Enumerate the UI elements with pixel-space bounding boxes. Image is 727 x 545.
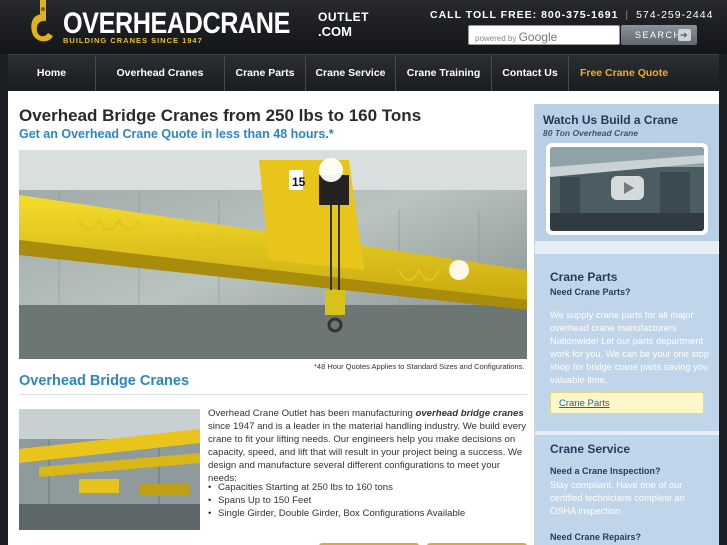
- video-thumbnail: [550, 147, 704, 231]
- alt-phone-number: 574-259-2444: [636, 9, 714, 21]
- search-placeholder: powered by Google: [475, 30, 557, 44]
- list-item: Capacities Starting at 250 lbs to 160 to…: [208, 482, 528, 495]
- logo-com: .COM: [318, 24, 352, 39]
- main-nav: Home Overhead Cranes Crane Parts Crane S…: [8, 54, 719, 91]
- crane-service-panel: Crane Service Need a Crane Inspection? S…: [535, 435, 719, 545]
- crane-repairs-question: Need Crane Repairs?: [550, 532, 642, 542]
- phone-separator: |: [625, 9, 630, 21]
- nav-item-contact-us[interactable]: Contact Us: [492, 55, 569, 91]
- crane-parts-question: Need Crane Parts?: [550, 287, 631, 297]
- list-item: Spans Up to 150 Feet: [208, 495, 528, 508]
- nav-item-free-crane-quote[interactable]: Free Crane Quote: [569, 55, 679, 91]
- logo-tagline: BUILDING CRANES SINCE 1947: [63, 36, 203, 45]
- hero-image: 15: [19, 150, 527, 359]
- main-content: Overhead Bridge Cranes from 250 lbs to 1…: [8, 91, 719, 545]
- site-logo[interactable]: OVERHEADCRANE OUTLET .COM BUILDING CRANE…: [26, 0, 369, 50]
- nav-item-overhead-cranes[interactable]: Overhead Cranes: [96, 55, 225, 91]
- sidebar: Watch Us Build a Crane 80 Ton Overhead C…: [534, 104, 719, 545]
- list-item: Single Girder, Double Girder, Box Config…: [208, 508, 528, 521]
- video-subtitle: 80 Ton Overhead Crane: [543, 128, 639, 138]
- quote-link[interactable]: Get an Overhead Crane Quote in less than…: [19, 127, 334, 141]
- intro-paragraph: Overhead Crane Outlet has been manufactu…: [208, 407, 528, 486]
- google-logo: Google: [518, 30, 558, 44]
- intro-text-b: since 1947 and is a leader in the materi…: [208, 421, 527, 485]
- crane-parts-title: Crane Parts: [550, 270, 618, 284]
- phone-numbers: CALL TOLL FREE: 800-375-1691 | 574-259-2…: [430, 9, 713, 21]
- nav-item-crane-service[interactable]: Crane Service: [306, 55, 396, 91]
- crane-hook-icon: [31, 0, 53, 42]
- video-panel: Watch Us Build a Crane 80 Ton Overhead C…: [535, 104, 719, 241]
- crane-parts-panel: Crane Parts Need Crane Parts? We supply …: [535, 254, 719, 431]
- search-input[interactable]: powered by Google: [468, 25, 620, 45]
- intro-link[interactable]: overhead bridge cranes: [415, 408, 523, 419]
- search-powered-by: powered by: [475, 34, 517, 43]
- nav-item-home[interactable]: Home: [8, 55, 96, 91]
- crane-parts-button-label: Crane Parts: [559, 398, 610, 409]
- search-button[interactable]: SEARCH ➔: [621, 25, 697, 45]
- hero-caption: *48 Hour Quotes Applies to Standard Size…: [314, 362, 525, 371]
- crane-service-title: Crane Service: [550, 442, 631, 456]
- crane-inspection-text: Stay compliant. Have one of our certifie…: [550, 480, 685, 517]
- bridge-crane-photo: [19, 409, 200, 530]
- page-title: Overhead Bridge Cranes from 250 lbs to 1…: [19, 106, 422, 125]
- arrow-right-icon: ➔: [678, 29, 691, 41]
- site-header: OVERHEADCRANE OUTLET .COM BUILDING CRANE…: [0, 0, 727, 54]
- features-list: Capacities Starting at 250 lbs to 160 to…: [208, 482, 528, 522]
- play-icon[interactable]: [611, 176, 644, 200]
- search-button-label: SEARCH: [635, 30, 682, 40]
- toll-free-number: CALL TOLL FREE: 800-375-1691: [430, 9, 619, 21]
- logo-outlet: OUTLET: [318, 10, 369, 24]
- svg-text:15: 15: [292, 175, 306, 189]
- video-title: Watch Us Build a Crane: [543, 113, 678, 127]
- crane-parts-text: We supply crane parts for all major over…: [550, 310, 709, 386]
- section-divider: [19, 394, 527, 395]
- section-title: Overhead Bridge Cranes: [19, 373, 190, 389]
- crane-parts-button[interactable]: Crane Parts: [550, 392, 704, 414]
- nav-item-crane-training[interactable]: Crane Training: [396, 55, 492, 91]
- crane-inspection-question: Need a Crane Inspection?: [550, 466, 661, 476]
- video-player[interactable]: [546, 143, 708, 235]
- nav-item-crane-parts[interactable]: Crane Parts: [225, 55, 306, 91]
- intro-text-a: Overhead Crane Outlet has been manufactu…: [208, 408, 416, 419]
